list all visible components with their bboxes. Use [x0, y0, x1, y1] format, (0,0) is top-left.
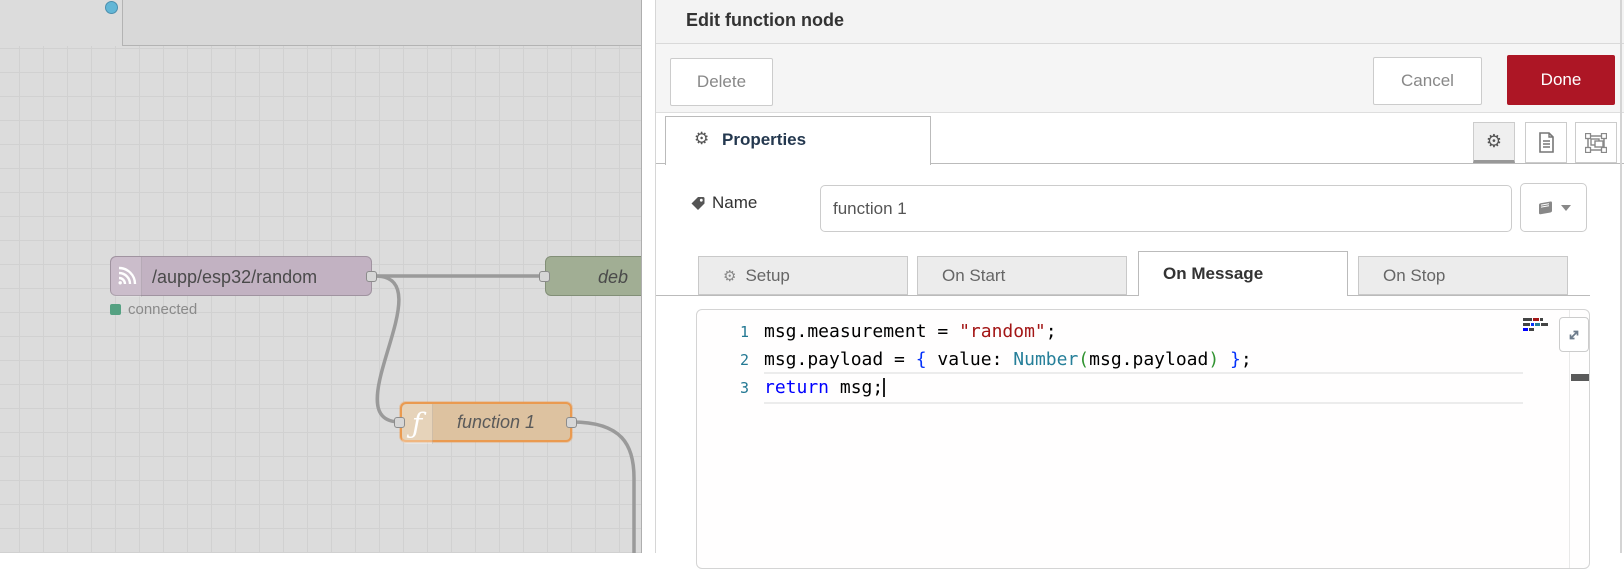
gear-icon: ⚙ — [694, 129, 710, 148]
mqtt-output-port[interactable] — [366, 271, 377, 282]
dialog-header: Edit function node — [656, 0, 1624, 44]
text-cursor — [883, 378, 886, 397]
name-input[interactable] — [820, 185, 1512, 232]
tabs-underline — [656, 295, 1590, 296]
tray-right-border — [1620, 0, 1622, 553]
minimap[interactable] — [1523, 318, 1563, 333]
debug-node-label: deb — [598, 267, 629, 287]
gear-icon: ⚙ — [723, 267, 737, 285]
tab-setup-label: Setup — [745, 265, 790, 285]
book-icon — [1539, 201, 1552, 215]
group-appearance-icon — [1585, 132, 1607, 153]
tab-on-start[interactable]: On Start — [917, 256, 1127, 295]
expand-icon — [1569, 330, 1579, 339]
node-debug[interactable]: deb — [545, 256, 641, 296]
mqtt-node-label: /aupp/esp32/random — [152, 267, 318, 287]
library-button[interactable] — [1520, 183, 1587, 232]
properties-tab-label: Properties — [722, 130, 807, 149]
overview-ruler-cursor-mark — [1571, 374, 1589, 381]
tab-on-start-label: On Start — [942, 265, 1006, 285]
code-line-3-current[interactable]: return msg; — [764, 372, 1523, 404]
node-function[interactable]: ƒ function 1 — [400, 402, 572, 444]
edit-description-button[interactable] — [1525, 122, 1567, 163]
debug-input-port[interactable] — [539, 271, 550, 282]
code-line-1[interactable]: msg.measurement = "random"; — [764, 318, 1057, 346]
done-button[interactable]: Done — [1507, 55, 1615, 105]
function-input-port[interactable] — [394, 417, 405, 428]
line-number: 2 — [739, 351, 749, 369]
mqtt-status-text: connected — [128, 301, 198, 318]
wire-mqtt-to-function[interactable] — [374, 274, 401, 424]
expand-editor-button[interactable] — [1559, 317, 1589, 352]
tray-resize-handle[interactable] — [641, 0, 656, 553]
delete-button[interactable]: Delete — [670, 58, 773, 106]
tab-on-message[interactable]: On Message — [1138, 251, 1348, 296]
wire-function-out[interactable] — [571, 420, 636, 553]
tab-setup[interactable]: ⚙ Setup — [698, 256, 908, 295]
tab-on-stop-label: On Stop — [1383, 265, 1446, 285]
code-editor[interactable]: 1 2 3 msg.measurement = "random"; msg.pa… — [696, 309, 1590, 569]
dialog-title: Edit function node — [686, 10, 844, 30]
function-output-port[interactable] — [566, 417, 577, 428]
tab-on-stop[interactable]: On Stop — [1358, 256, 1568, 295]
line-number: 3 — [739, 379, 749, 397]
tag-icon — [691, 197, 705, 210]
line-number: 1 — [739, 323, 749, 341]
cancel-button[interactable]: Cancel — [1373, 57, 1482, 105]
mqtt-signal-icon — [111, 257, 142, 297]
name-field-label: Name — [712, 193, 758, 212]
edit-dialog: Edit function node Delete Cancel Done ⚙ … — [656, 0, 1624, 569]
flow-canvas[interactable]: /aupp/esp32/random connected deb ƒ funct… — [0, 0, 641, 553]
tab-on-message-label: On Message — [1163, 264, 1264, 283]
edit-properties-button[interactable]: ⚙ — [1473, 122, 1515, 163]
edit-appearance-button[interactable] — [1575, 122, 1617, 163]
gear-icon: ⚙ — [1485, 131, 1503, 151]
document-icon — [1538, 132, 1554, 153]
node-mqtt-in[interactable]: /aupp/esp32/random — [110, 256, 372, 297]
function-icon: ƒ — [402, 404, 433, 444]
chevron-down-icon — [1561, 204, 1571, 211]
code-line-2[interactable]: msg.payload = { value: Number(msg.payloa… — [764, 346, 1252, 374]
properties-tab-bar: ⚙ Properties ⚙ — [656, 113, 1624, 165]
function-node-label: function 1 — [457, 412, 536, 432]
mqtt-status-dot — [110, 304, 121, 315]
tab-properties[interactable]: ⚙ Properties — [665, 116, 931, 165]
